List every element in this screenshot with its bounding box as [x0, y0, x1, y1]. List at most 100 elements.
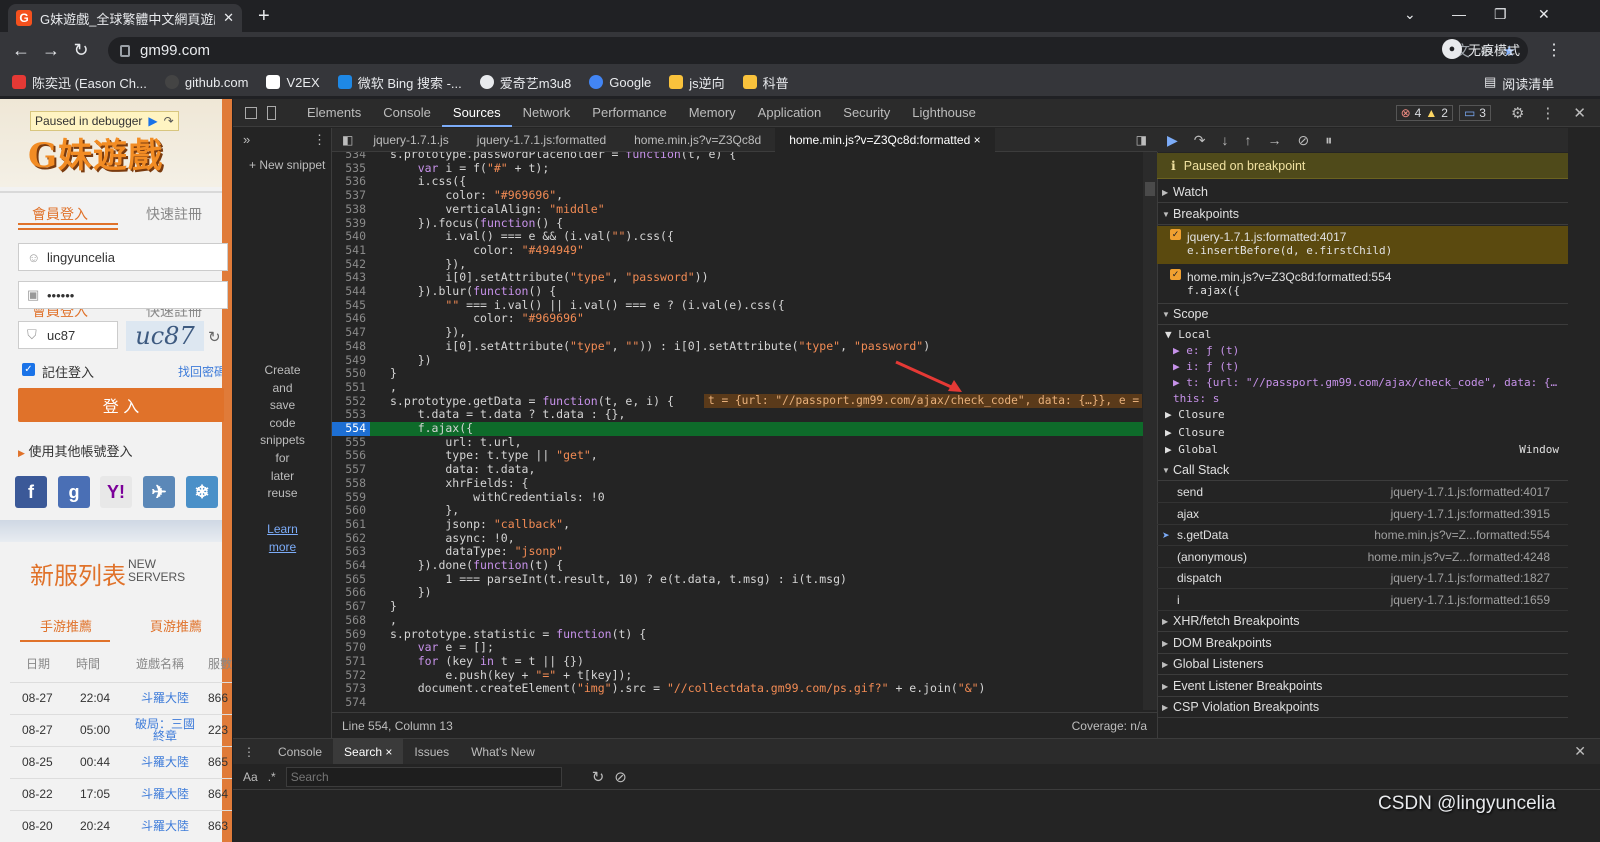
- login-tab-label[interactable]: 會員登入: [32, 204, 88, 224]
- line-number[interactable]: 571: [332, 654, 370, 669]
- more-options-icon[interactable]: ⋮: [1540, 104, 1555, 122]
- login-button[interactable]: 登 入: [18, 388, 224, 422]
- learn-more-word[interactable]: more: [233, 539, 332, 557]
- line-number[interactable]: 551: [332, 380, 370, 395]
- close-tab-icon[interactable]: ✕: [223, 10, 234, 26]
- close-window-button[interactable]: ✕: [1538, 6, 1550, 23]
- line-number[interactable]: 536: [332, 175, 370, 189]
- toggle-debugger-icon[interactable]: ◨: [1136, 133, 1147, 147]
- minimize-button[interactable]: —: [1452, 6, 1466, 22]
- call-frame-location[interactable]: jquery-1.7.1.js:formatted:1659: [1391, 590, 1550, 610]
- code-line[interactable]: 554 f.ajax({: [332, 421, 1143, 436]
- close-tab-icon[interactable]: ×: [970, 133, 981, 147]
- code-line[interactable]: 553 t.data = t.data ? t.data : {},: [332, 407, 1143, 422]
- pause-on-exceptions-icon[interactable]: ⏸: [1325, 132, 1332, 149]
- table-cell[interactable]: 斗羅大陸: [128, 820, 198, 832]
- refresh-search-icon[interactable]: ↻: [592, 768, 605, 786]
- scope-var[interactable]: ▶ i: ƒ (t): [1173, 359, 1239, 375]
- line-number[interactable]: 560: [332, 503, 370, 518]
- code-line[interactable]: 539 }).focus(function() {: [332, 216, 1143, 231]
- code-line[interactable]: 561 jsonp: "callback",: [332, 517, 1143, 532]
- learn-more-link[interactable]: Learn more: [233, 521, 332, 556]
- line-number[interactable]: 556: [332, 449, 370, 463]
- file-tab[interactable]: home.min.js?v=Z3Qc8d:formatted ×: [775, 127, 995, 152]
- code-line[interactable]: 547 }),: [332, 325, 1143, 340]
- settings-gear-icon[interactable]: ⚙: [1511, 104, 1524, 122]
- code-line[interactable]: 545 "" === i.val() || i.val() === e ? (i…: [332, 298, 1143, 313]
- breakpoint-checkbox[interactable]: ✓: [1170, 229, 1181, 240]
- debugger-section[interactable]: ▶ CSP Violation Breakpoints: [1157, 697, 1568, 718]
- file-tab[interactable]: jquery-1.7.1.js:formatted: [463, 128, 620, 152]
- resume-icon[interactable]: ▶: [148, 114, 157, 128]
- remember-checkbox[interactable]: ✓: [22, 363, 35, 376]
- username-input[interactable]: ☺ lingyuncelia: [18, 243, 228, 271]
- code-line[interactable]: 541 color: "#494949": [332, 243, 1143, 258]
- debugger-section[interactable]: ▶ Global Listeners: [1157, 654, 1568, 675]
- line-number[interactable]: 569: [332, 627, 370, 642]
- yahoo-icon[interactable]: Y!: [100, 476, 132, 508]
- bookmark-item[interactable]: 爱奇艺m3u8: [479, 73, 571, 92]
- navigator-menu-icon[interactable]: ⋮: [313, 132, 326, 148]
- drawer-tab-issues[interactable]: Issues: [403, 745, 460, 759]
- code-line[interactable]: 559 withCredentials: !0: [332, 490, 1143, 505]
- breakpoints-section[interactable]: ▼ Breakpoints: [1157, 204, 1568, 225]
- line-number[interactable]: 546: [332, 312, 370, 326]
- bookmark-item[interactable]: github.com: [164, 75, 248, 90]
- bookmark-item[interactable]: 陈奕迅 (Eason Ch...: [12, 73, 147, 92]
- code-line[interactable]: 569 s.prototype.statistic = function(t) {: [332, 627, 1143, 642]
- code-line[interactable]: 565 1 === parseInt(t.result, 10) ? e(t.d…: [332, 572, 1143, 587]
- learn-more-word[interactable]: Learn: [233, 521, 332, 539]
- show-navigator-icon[interactable]: »: [243, 132, 250, 147]
- bookmark-folder[interactable]: js逆向: [669, 73, 725, 92]
- table-cell[interactable]: 斗羅大陸: [128, 788, 198, 800]
- line-number[interactable]: 537: [332, 188, 370, 203]
- call-frame-location[interactable]: jquery-1.7.1.js:formatted:1827: [1391, 568, 1550, 588]
- close-devtools-icon[interactable]: ✕: [1573, 104, 1586, 122]
- line-number[interactable]: 565: [332, 572, 370, 587]
- code-line[interactable]: 574: [332, 695, 1143, 710]
- code-line[interactable]: 544 }).blur(function() {: [332, 284, 1143, 299]
- debugger-section[interactable]: ▶ DOM Breakpoints: [1157, 633, 1568, 654]
- forgot-password-link[interactable]: 找回密碼: [178, 363, 222, 380]
- search-input[interactable]: [285, 766, 562, 787]
- code-line[interactable]: 562 async: !0,: [332, 531, 1143, 546]
- line-number[interactable]: 568: [332, 613, 370, 628]
- facebook-icon[interactable]: f: [15, 476, 47, 508]
- code-line[interactable]: 537 color: "#969696",: [332, 188, 1143, 203]
- close-tab-icon[interactable]: ×: [382, 745, 392, 759]
- clear-search-icon[interactable]: ⊘: [614, 768, 627, 786]
- line-number[interactable]: 563: [332, 545, 370, 559]
- code-line[interactable]: 567}: [332, 599, 1143, 614]
- code-line[interactable]: 568,: [332, 613, 1143, 628]
- line-number[interactable]: 550: [332, 366, 370, 381]
- scope-var[interactable]: ▶ t: {url: "//passport.gm99.com/ajax/che…: [1173, 375, 1557, 391]
- new-tab-button[interactable]: +: [258, 5, 270, 28]
- debugger-section[interactable]: ▶ XHR/fetch Breakpoints: [1157, 611, 1568, 632]
- scope-global[interactable]: ▶ Global Window: [1165, 442, 1563, 458]
- drawer-menu-icon[interactable]: ⋮: [233, 745, 267, 759]
- code-line[interactable]: 557 data: t.data,: [332, 462, 1143, 477]
- code-line[interactable]: 540 i.val() === e && (i.val("").css({: [332, 229, 1143, 244]
- captcha-image[interactable]: uc87: [126, 321, 204, 351]
- bookmark-item[interactable]: V2EX: [266, 75, 320, 90]
- code-line[interactable]: 550}: [332, 366, 1143, 381]
- toggle-navigator-icon[interactable]: ◧: [342, 133, 353, 147]
- browser-tab[interactable]: G G妹遊戲_全球繁體中文網頁遊戲 ✕: [8, 4, 242, 32]
- call-frame[interactable]: ➤ s.getData home.min.js?v=Z...formatted:55…: [1157, 525, 1568, 546]
- line-number[interactable]: 562: [332, 531, 370, 546]
- line-number[interactable]: 547: [332, 325, 370, 340]
- line-number[interactable]: 540: [332, 229, 370, 244]
- tab-network[interactable]: Network: [512, 99, 582, 127]
- line-number[interactable]: 559: [332, 490, 370, 505]
- line-number[interactable]: 545: [332, 298, 370, 313]
- file-tab[interactable]: home.min.js?v=Z3Qc8d: [620, 128, 775, 152]
- code-line[interactable]: 558 xhrFields: {: [332, 476, 1143, 491]
- call-frame[interactable]: (anonymous) home.min.js?v=Z...formatted:4…: [1157, 547, 1568, 568]
- code-line[interactable]: 548 i[0].setAttribute("type", "")) : i[0…: [332, 339, 1143, 354]
- line-number[interactable]: 574: [332, 695, 370, 710]
- line-number[interactable]: 539: [332, 216, 370, 231]
- line-number[interactable]: 554: [332, 421, 370, 436]
- line-number[interactable]: 553: [332, 408, 370, 422]
- tab-web-games[interactable]: 頁游推薦: [150, 616, 202, 635]
- tab-elements[interactable]: Elements: [296, 99, 372, 127]
